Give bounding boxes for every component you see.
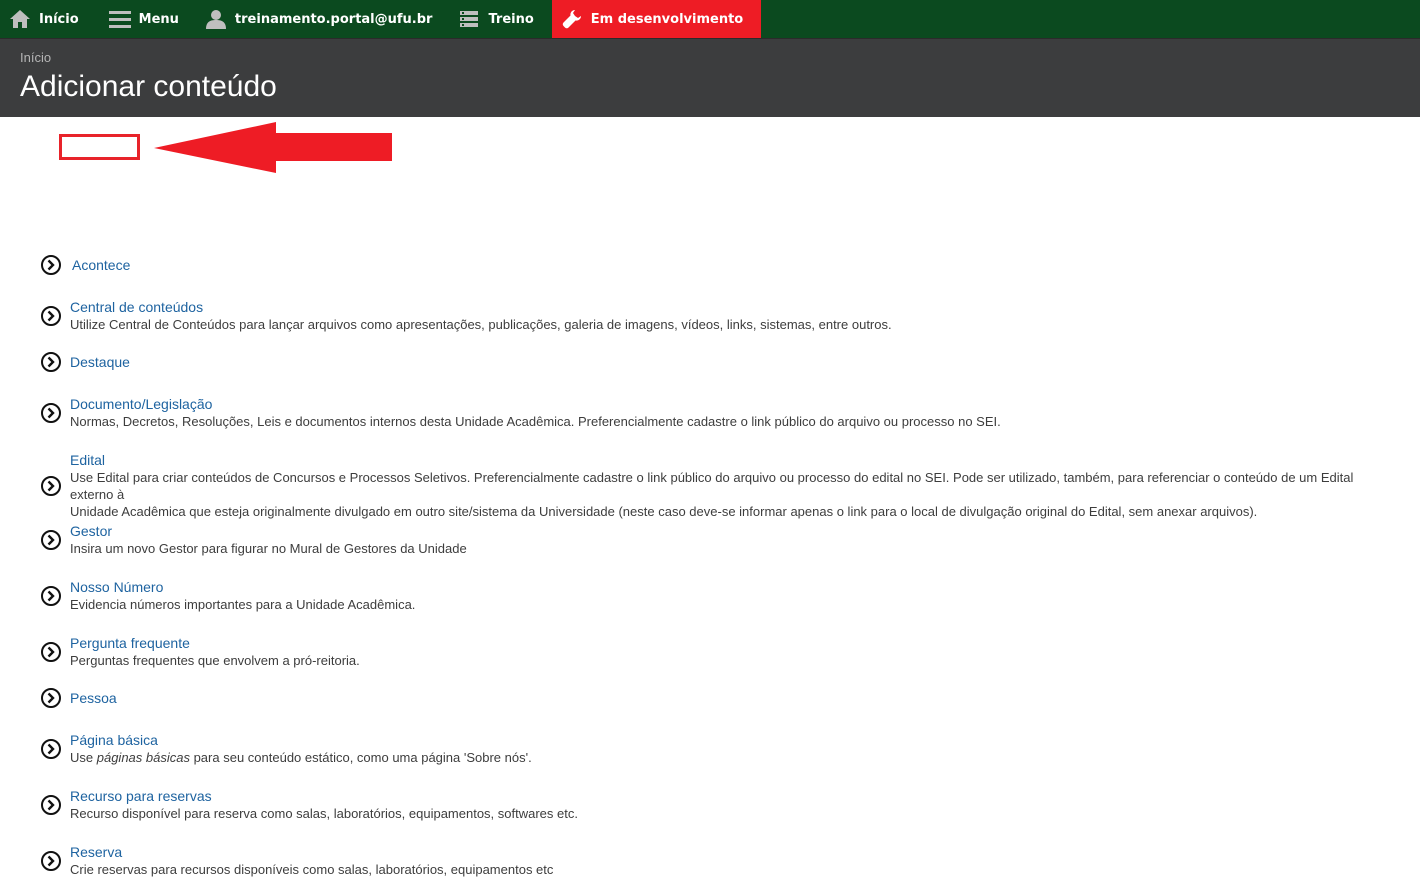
description-emphasis: páginas básicas: [96, 750, 190, 765]
toolbar-environment-label: Em desenvolvimento: [590, 11, 744, 27]
shortcuts-icon: [458, 8, 480, 30]
content-type-description: Use páginas básicas para seu conteúdo es…: [70, 749, 532, 766]
content-type-link[interactable]: Recurso para reservas: [70, 787, 578, 805]
list-item-recurso-para-reservas[interactable]: Recurso para reservas Recurso disponível…: [40, 787, 1400, 822]
circle-chevron-right-icon: [41, 475, 61, 496]
content-type-description: Perguntas frequentes que envolvem a pró-…: [70, 653, 360, 668]
content-type-description: Crie reservas para recursos disponíveis …: [70, 862, 554, 877]
red-arrow-annotation: [154, 122, 392, 173]
description-prefix: Use: [70, 750, 97, 765]
circle-chevron-right-icon: [41, 402, 61, 423]
circle-chevron-right-icon: [41, 255, 61, 275]
toolbar-home-label: Início: [39, 11, 79, 27]
content-type-link[interactable]: Documento/Legislação: [70, 395, 1001, 413]
circle-chevron-right-icon: [41, 305, 61, 326]
list-item-destaque[interactable]: Destaque: [40, 351, 1400, 373]
list-item-documento-legislacao[interactable]: Documento/Legislação Normas, Decretos, R…: [40, 395, 1400, 430]
content-type-description: Normas, Decretos, Resoluções, Leis e doc…: [70, 414, 1001, 429]
wrench-icon: [561, 8, 583, 30]
toolbar-shortcuts-label: Treino: [488, 11, 534, 27]
circle-chevron-right-icon: [41, 641, 61, 662]
circle-chevron-right-icon: [41, 738, 61, 759]
content-type-link[interactable]: Edital: [70, 451, 1400, 469]
page-header: Início Adicionar conteúdo: [0, 39, 1420, 117]
content-type-link[interactable]: Reserva: [70, 843, 553, 861]
highlight-box-annotation: [59, 134, 140, 160]
list-item-pergunta-frequente[interactable]: Pergunta frequente Perguntas frequentes …: [40, 634, 1400, 669]
list-item-pessoa[interactable]: Pessoa: [40, 687, 1400, 709]
toolbar-user-label: treinamento.portal@ufu.br: [234, 11, 433, 27]
list-item-reserva[interactable]: Reserva Crie reservas para recursos disp…: [40, 843, 1400, 878]
list-item-nosso-numero[interactable]: Nosso Número Evidencia números important…: [40, 578, 1400, 613]
content-type-link[interactable]: Página básica: [70, 731, 532, 749]
content-type-link[interactable]: Pergunta frequente: [70, 634, 360, 652]
hamburger-icon: [108, 8, 131, 30]
content-type-description: Insira um novo Gestor para figurar no Mu…: [70, 541, 467, 556]
content-type-description: Evidencia números importantes para a Uni…: [70, 597, 416, 612]
toolbar-shortcuts[interactable]: Treino: [450, 0, 551, 38]
home-icon: [9, 8, 31, 30]
page-title: Adicionar conteúdo: [20, 70, 277, 103]
circle-chevron-right-icon: [41, 688, 61, 708]
list-item-central-de-conteudos[interactable]: Central de conteúdos Utilize Central de …: [40, 298, 1400, 333]
content-type-link[interactable]: Acontece: [72, 256, 130, 274]
content-type-link[interactable]: Pessoa: [70, 689, 117, 707]
toolbar-user[interactable]: treinamento.portal@ufu.br: [197, 0, 451, 38]
content-type-link[interactable]: Destaque: [70, 353, 130, 371]
content-type-description: Utilize Central de Conteúdos para lançar…: [70, 317, 892, 332]
admin-toolbar: Início Menu treinamento.portal@ufu.br Tr…: [0, 0, 1420, 38]
user-icon: [205, 8, 227, 30]
content-type-description-line-2: Unidade Acadêmica que esteja originalmen…: [70, 504, 1258, 519]
toolbar-environment-badge[interactable]: Em desenvolvimento: [551, 0, 762, 38]
content-type-link[interactable]: Nosso Número: [70, 578, 415, 596]
circle-chevron-right-icon: [41, 850, 61, 871]
content-type-link[interactable]: Central de conteúdos: [70, 298, 892, 316]
content-type-link[interactable]: Gestor: [70, 522, 467, 540]
list-item-gestor[interactable]: Gestor Insira um novo Gestor para figura…: [40, 522, 1400, 557]
circle-chevron-right-icon: [41, 529, 61, 550]
circle-chevron-right-icon: [41, 352, 61, 372]
breadcrumb-home-link[interactable]: Início: [20, 50, 51, 65]
toolbar-home[interactable]: Início: [0, 0, 97, 38]
list-item-edital[interactable]: Edital Use Edital para criar conteúdos d…: [40, 451, 1400, 520]
list-item-pagina-basica[interactable]: Página básica Use páginas básicas para s…: [40, 731, 1400, 766]
toolbar-menu[interactable]: Menu: [97, 0, 197, 38]
breadcrumb[interactable]: Início: [20, 50, 1400, 65]
toolbar-menu-label: Menu: [138, 11, 179, 27]
circle-chevron-right-icon: [41, 794, 61, 815]
content-type-description: Recurso disponível para reserva como sal…: [70, 806, 578, 821]
circle-chevron-right-icon: [41, 585, 61, 606]
description-suffix: para seu conteúdo estático, como uma pág…: [189, 750, 532, 765]
content-type-description-line-1: Use Edital para criar conteúdos de Concu…: [70, 470, 1354, 502]
list-item-acontece[interactable]: Acontece: [40, 254, 1400, 276]
